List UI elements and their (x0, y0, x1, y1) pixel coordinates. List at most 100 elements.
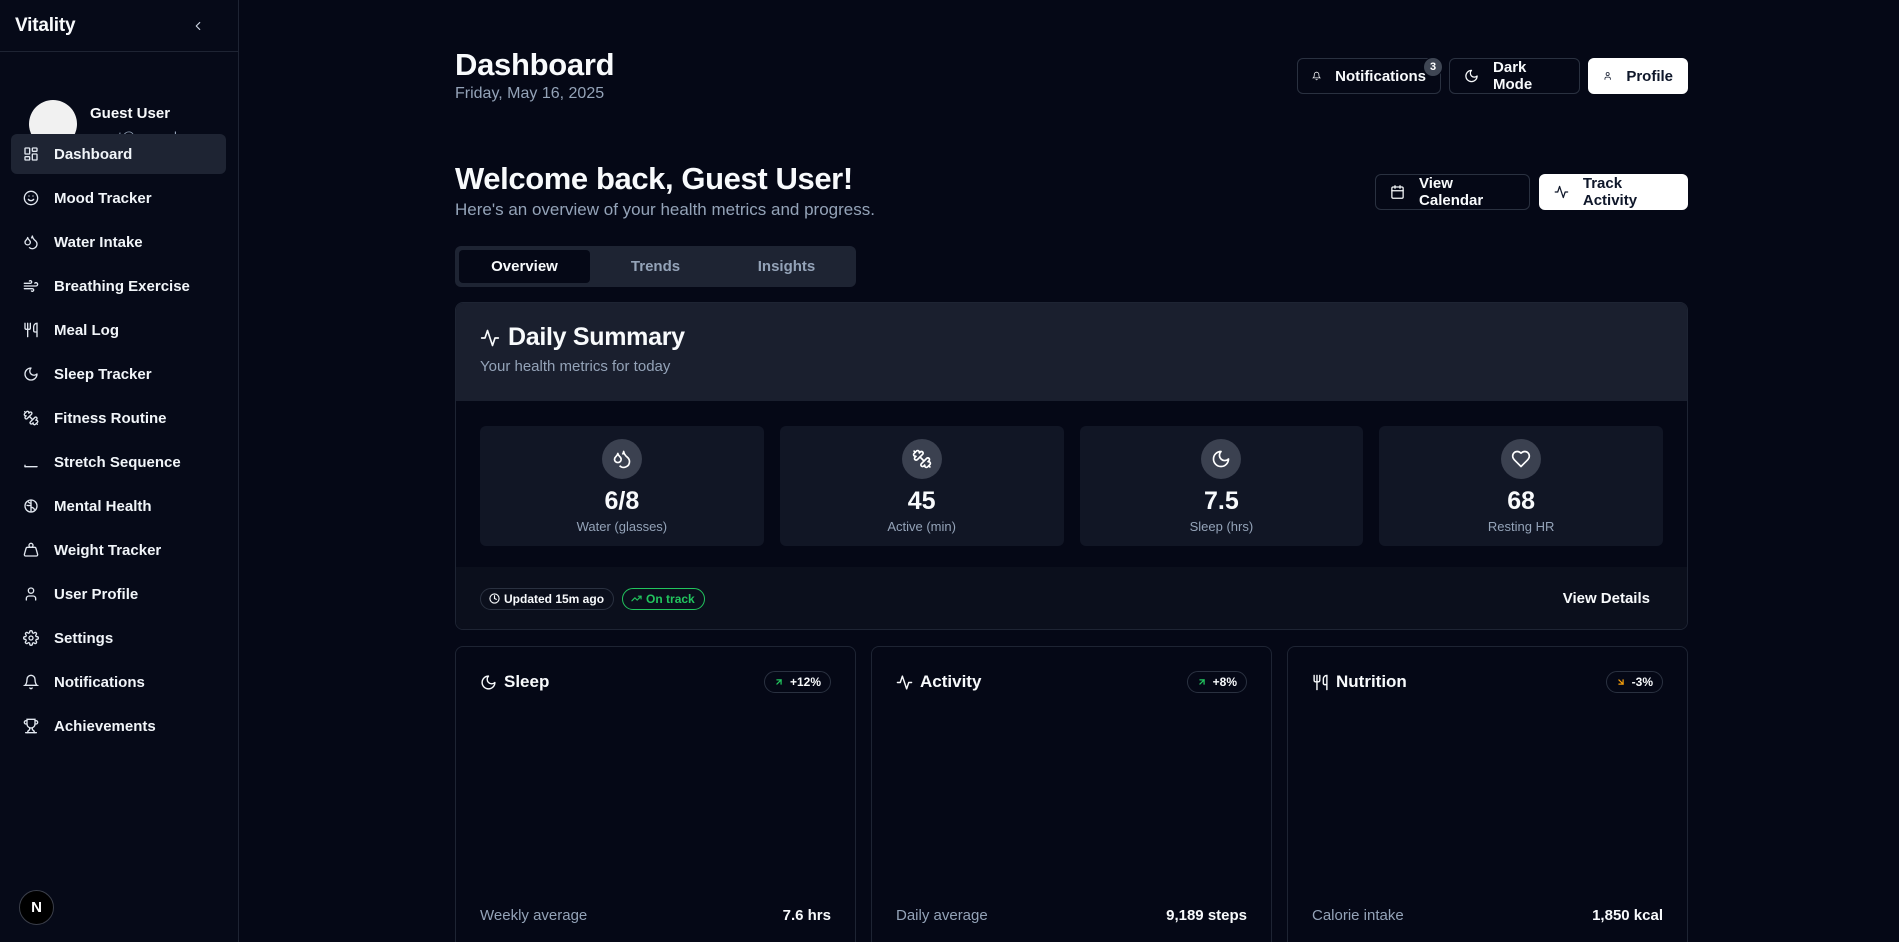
sidebar-item-label: Notifications (54, 673, 145, 691)
metric-footer-value: 9,189 steps (1166, 907, 1247, 924)
metric-footer-label: Weekly average (480, 907, 588, 924)
grid-icon (24, 147, 38, 161)
moon-icon (24, 367, 38, 381)
trend-value: +8% (1212, 675, 1237, 689)
tab-overview[interactable]: Overview (459, 250, 590, 283)
stat-label: Active (min) (887, 519, 956, 534)
stat-label: Water (glasses) (576, 519, 668, 534)
nutrition-card: Nutrition -3% Calorie intake 1,850 kcal (1287, 646, 1688, 942)
metric-title: Activity (920, 672, 982, 691)
sidebar-item-weight-tracker[interactable]: Weight Tracker (11, 530, 226, 570)
dumbbell-icon (912, 449, 931, 469)
sidebar-nav: Dashboard Mood Tracker Water Intake Brea… (11, 134, 226, 750)
tab-trends[interactable]: Trends (590, 250, 721, 283)
activity-icon (480, 329, 500, 346)
sidebar-item-user-profile[interactable]: User Profile (11, 574, 226, 614)
metric-footer-value: 7.6 hrs (782, 907, 831, 924)
profile-button[interactable]: Profile (1588, 58, 1688, 94)
metric-title: Nutrition (1336, 672, 1407, 691)
sidebar-item-mental-health[interactable]: Mental Health (11, 486, 226, 526)
sidebar-header: Vitality (0, 0, 238, 52)
track-activity-button[interactable]: Track Activity (1539, 174, 1688, 210)
metric-footer-label: Calorie intake (1312, 907, 1404, 924)
sidebar-item-label: Dashboard (54, 145, 133, 163)
dark-mode-button[interactable]: Dark Mode (1449, 58, 1580, 94)
trending-up-icon (631, 595, 642, 602)
sidebar-item-meal-log[interactable]: Meal Log (11, 310, 226, 350)
arrow-up-right-icon (776, 679, 782, 685)
wind-icon (23, 280, 39, 292)
sidebar-item-label: Fitness Routine (54, 409, 167, 427)
daily-summary-title: Daily Summary (508, 323, 685, 351)
sidebar-item-breathing-exercise[interactable]: Breathing Exercise (11, 266, 226, 306)
moon-icon (1213, 450, 1230, 468)
welcome-subtitle: Here's an overview of your health metric… (455, 200, 875, 219)
activity-icon (896, 674, 913, 690)
stat-water: 6/8 Water (glasses) (480, 426, 764, 546)
track-activity-label: Track Activity (1582, 175, 1638, 209)
heart-icon (1511, 450, 1531, 468)
sidebar-item-dashboard[interactable]: Dashboard (11, 134, 226, 174)
trend-badge: +8% (1186, 671, 1247, 693)
utensils-icon (24, 322, 38, 338)
activity-card: Activity +8% Daily average 9,189 steps (871, 646, 1272, 942)
arrow-up-right-icon (1198, 679, 1205, 685)
moon-icon (481, 674, 496, 690)
stat-active: 45 Active (min) (779, 426, 1064, 546)
clock-icon (489, 593, 500, 604)
sidebar-item-mood-tracker[interactable]: Mood Tracker (11, 178, 226, 218)
daily-summary-subtitle: Your health metrics for today (480, 358, 671, 375)
sidebar-item-notifications[interactable]: Notifications (11, 662, 226, 702)
sidebar-item-sleep-tracker[interactable]: Sleep Tracker (11, 354, 226, 394)
metric-footer-label: Daily average (896, 907, 988, 924)
view-details-button[interactable]: View Details (1563, 590, 1663, 607)
arrow-down-right-icon (1617, 679, 1624, 685)
page-date: Friday, May 16, 2025 (455, 85, 605, 102)
stat-value: 7.5 (1203, 487, 1239, 515)
droplets-icon (24, 235, 38, 250)
notifications-button[interactable]: Notifications 3 (1297, 57, 1443, 94)
sidebar-item-achievements[interactable]: Achievements (11, 706, 226, 746)
sidebar-item-label: Mental Health (54, 497, 152, 515)
trend-badge: -3% (1605, 671, 1663, 693)
user-name: Guest User (90, 104, 171, 122)
sidebar-item-stretch-sequence[interactable]: Stretch Sequence (11, 442, 226, 482)
brand-logo[interactable]: Vitality (15, 15, 76, 37)
welcome-title: Welcome back, Guest User! (455, 161, 853, 196)
sidebar-item-fitness-routine[interactable]: Fitness Routine (11, 398, 226, 438)
profile-label: Profile (1626, 67, 1673, 85)
trend-value: -3% (1631, 675, 1653, 689)
summary-stats: 6/8 Water (glasses) 45 Active (min) 7.5 … (456, 401, 1687, 567)
dashboard-tabs: Overview Trends Insights (455, 246, 856, 287)
trend-badge: +12% (763, 671, 831, 693)
gear-icon (23, 630, 39, 646)
collapse-sidebar-button[interactable] (188, 16, 208, 36)
sidebar-item-label: Sleep Tracker (54, 365, 152, 383)
mat-icon (24, 464, 38, 468)
metric-title: Sleep (504, 672, 550, 691)
sidebar-item-label: Settings (54, 629, 114, 647)
status-badge: On track (622, 587, 705, 610)
smile-icon (23, 190, 39, 206)
sidebar-item-settings[interactable]: Settings (11, 618, 226, 658)
stat-label: Sleep (hrs) (1189, 519, 1254, 534)
tab-insights[interactable]: Insights (721, 250, 852, 283)
stat-resting-hr: 68 Resting HR (1379, 426, 1663, 546)
stat-value: 45 (907, 487, 936, 515)
sidebar: Vitality Guest User guest@example.com Da… (0, 0, 239, 942)
page-header: Dashboard Friday, May 16, 2025 Notificat… (455, 47, 1688, 107)
sidebar-item-water-intake[interactable]: Water Intake (11, 222, 226, 262)
bell-icon (23, 674, 39, 690)
framework-badge[interactable]: N (19, 890, 54, 925)
page-title: Dashboard (455, 47, 615, 82)
trophy-icon (23, 718, 39, 734)
activity-icon (1554, 185, 1569, 199)
sidebar-item-label: User Profile (54, 585, 139, 603)
view-calendar-button[interactable]: View Calendar (1375, 174, 1530, 210)
weight-icon (23, 542, 39, 557)
user-icon (1604, 72, 1611, 80)
droplets-icon (613, 450, 631, 469)
updated-badge: Updated 15m ago (480, 587, 615, 610)
calendar-icon (1391, 185, 1404, 199)
stat-value: 6/8 (604, 487, 640, 515)
